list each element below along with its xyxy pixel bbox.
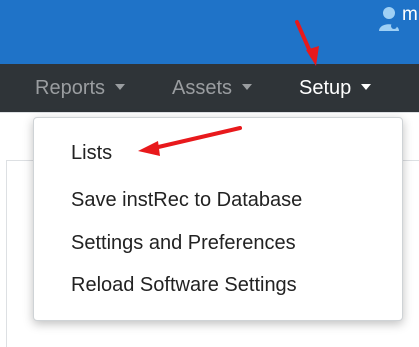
nav-item-setup[interactable]: Setup [299,64,372,112]
nav-item-label: Assets [172,77,233,99]
main-navbar: Reports Assets Setup [0,64,419,112]
background-panel [0,160,7,347]
menu-item-settings-preferences[interactable]: Settings and Preferences [71,230,296,256]
nav-item-reports[interactable]: Reports [35,64,126,112]
menu-item-reload-settings[interactable]: Reload Software Settings [71,272,297,298]
menu-item-save-instrec[interactable]: Save instRec to Database [71,187,302,213]
user-name[interactable]: m [402,4,418,26]
nav-item-assets[interactable]: Assets [172,64,253,112]
menu-item-lists[interactable]: Lists [71,140,112,166]
caret-down-icon [115,83,126,90]
nav-item-label: Reports [35,77,106,99]
divider [0,112,419,113]
caret-down-icon [242,83,253,90]
user-avatar-icon[interactable] [378,6,400,32]
caret-down-icon [361,83,372,90]
top-header-bar: m [0,0,419,64]
nav-item-label: Setup [299,77,352,99]
